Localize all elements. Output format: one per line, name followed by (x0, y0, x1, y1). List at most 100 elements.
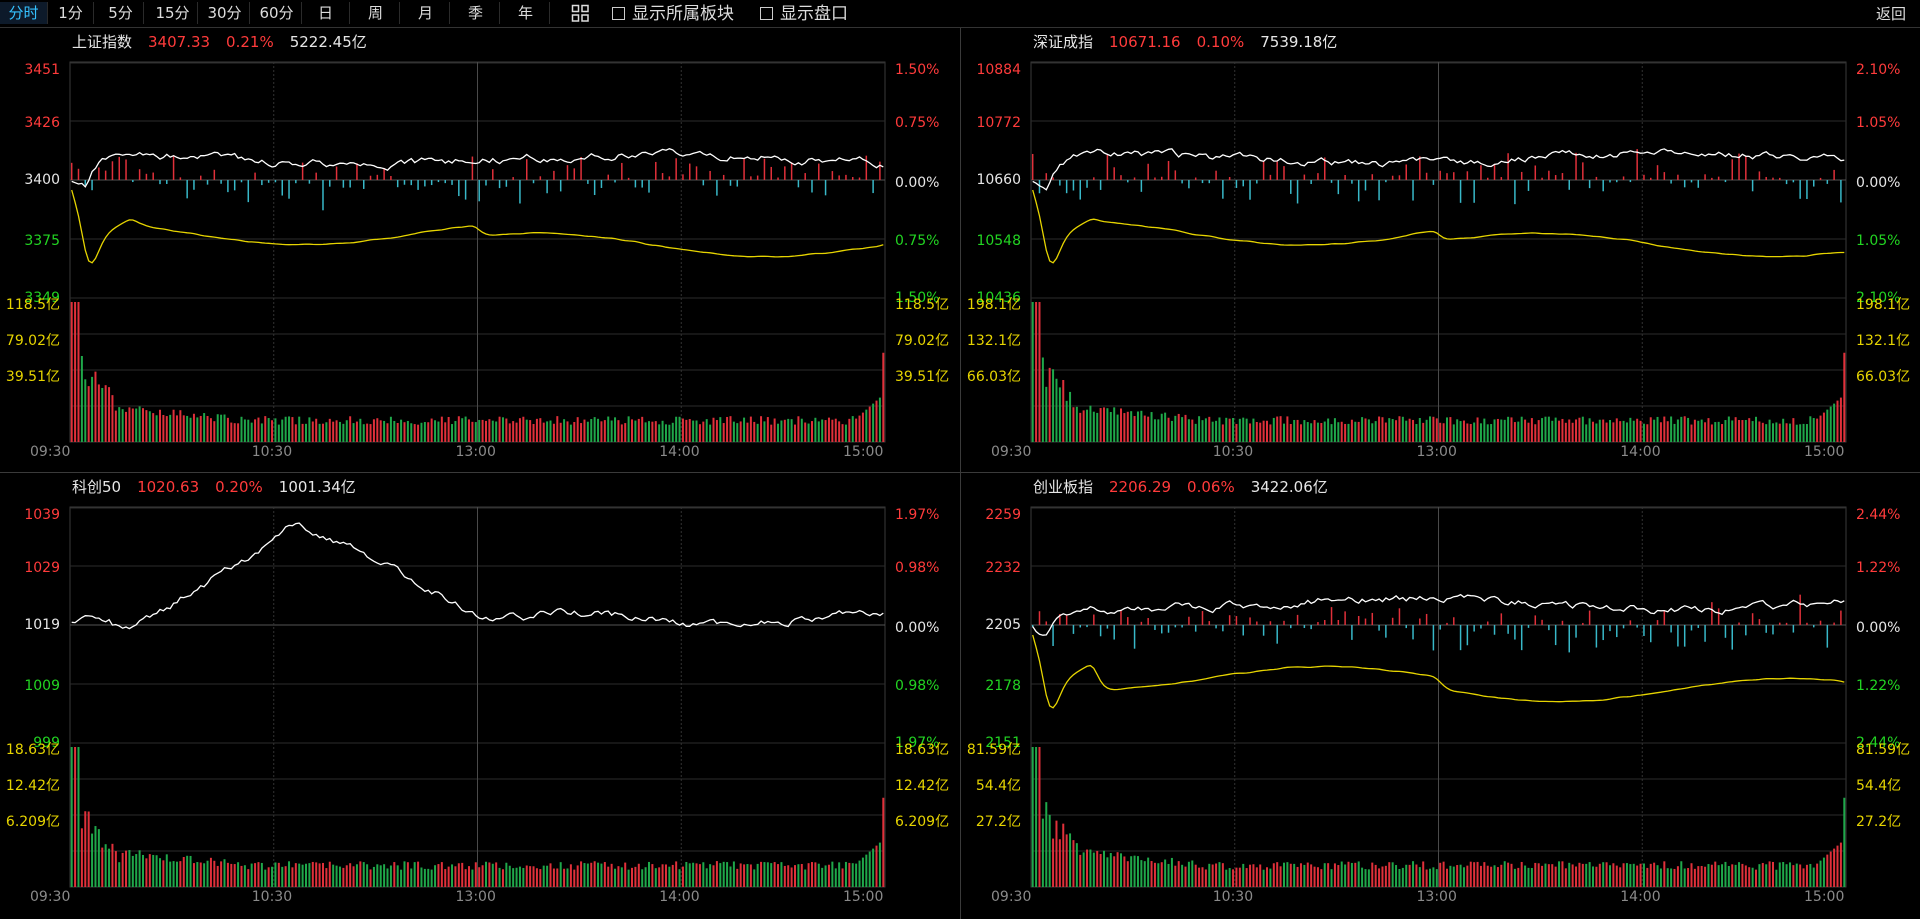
time-tick-label: 09:30 (991, 444, 1032, 460)
volume-tick-label: 118.5亿 (895, 297, 950, 313)
time-tick-label: 13:00 (1416, 889, 1457, 905)
time-tick-label: 10:30 (1212, 889, 1254, 905)
intraday-chart[interactable] (961, 473, 1920, 918)
intraday-chart[interactable] (0, 28, 959, 473)
chart-panel-star50[interactable]: 科创50 1020.63 0.20% 1001.34亿 1039 1029 1019 1009… (0, 473, 959, 918)
volume-tick-label: 81.59亿 (1856, 742, 1911, 758)
volume-tick-label: 198.1亿 (966, 297, 1021, 313)
tab-15min[interactable]: 15分 (148, 2, 198, 24)
tab-year[interactable]: 年 (502, 2, 550, 24)
price-tick-label: 2205 (985, 617, 1021, 633)
show-orderbook-label: 显示盘口 (780, 4, 848, 24)
intraday-chart[interactable] (0, 473, 959, 918)
percent-tick-label: 2.44% (1856, 507, 1901, 523)
volume-tick-label: 12.42亿 (895, 778, 950, 794)
volume-tick-label: 27.2亿 (1856, 814, 1902, 830)
percent-tick-label: 2.10% (1856, 62, 1901, 78)
show-sector-label: 显示所属板块 (632, 4, 734, 24)
tab-60min[interactable]: 60分 (252, 2, 302, 24)
volume-tick-label: 6.209亿 (895, 814, 950, 830)
tab-1min[interactable]: 1分 (48, 2, 94, 24)
volume-tick-label: 79.02亿 (5, 333, 60, 349)
percent-tick-label: 0.00% (895, 175, 940, 191)
price-tick-label: 10548 (976, 233, 1021, 249)
percent-tick-label: 0.75% (895, 115, 940, 131)
price-tick-label: 1009 (24, 678, 60, 694)
time-tick-label: 10:30 (1212, 444, 1254, 460)
time-tick-label: 14:00 (1620, 444, 1661, 460)
price-tick-label: 1019 (24, 617, 60, 633)
percent-tick-label: 0.75% (895, 233, 940, 249)
price-tick-label: 1039 (24, 507, 60, 523)
volume-tick-label: 118.5亿 (5, 297, 60, 313)
volume-tick-label: 18.63亿 (895, 742, 950, 758)
volume-tick-label: 66.03亿 (966, 369, 1021, 385)
chart-panel-shanghai[interactable]: 上证指数 3407.33 0.21% 5222.45亿 3451 3426 3400 3375… (0, 28, 959, 473)
percent-tick-label: 0.00% (895, 620, 940, 636)
tab-week[interactable]: 周 (352, 2, 400, 24)
price-tick-label: 3375 (24, 233, 60, 249)
checkbox-icon (612, 7, 625, 20)
price-tick-label: 10772 (976, 115, 1021, 131)
price-tick-label: 2259 (985, 507, 1021, 523)
volume-tick-label: 18.63亿 (5, 742, 60, 758)
percent-tick-label: 0.98% (895, 560, 940, 576)
percent-tick-label: 0.00% (1856, 175, 1901, 191)
price-tick-label: 2232 (985, 560, 1021, 576)
volume-tick-label: 81.59亿 (966, 742, 1021, 758)
volume-tick-label: 79.02亿 (895, 333, 950, 349)
time-tick-label: 15:00 (1804, 444, 1845, 460)
time-tick-label: 15:00 (1804, 889, 1845, 905)
show-orderbook-checkbox[interactable]: 显示盘口 (760, 3, 848, 25)
time-tick-label: 14:00 (659, 444, 700, 460)
volume-tick-label: 12.42亿 (5, 778, 60, 794)
time-tick-label: 09:30 (30, 889, 71, 905)
layout-grid-icon[interactable] (571, 4, 590, 23)
volume-tick-label: 198.1亿 (1856, 297, 1911, 313)
price-tick-label: 1029 (24, 560, 60, 576)
percent-tick-label: 1.22% (1856, 560, 1901, 576)
percent-tick-label: 1.22% (1856, 678, 1901, 694)
volume-tick-label: 66.03亿 (1856, 369, 1911, 385)
percent-tick-label: 1.50% (895, 62, 940, 78)
period-toolbar: 分时 1分 5分 15分 30分 60分 日 周 月 季 年 显示所属板块 显示… (0, 0, 1920, 28)
checkbox-icon (760, 7, 773, 20)
time-tick-label: 09:30 (991, 889, 1032, 905)
volume-tick-label: 27.2亿 (975, 814, 1021, 830)
intraday-chart[interactable] (961, 28, 1920, 473)
tab-season[interactable]: 季 (452, 2, 500, 24)
time-tick-label: 13:00 (455, 444, 496, 460)
percent-tick-label: 0.00% (1856, 620, 1901, 636)
volume-tick-label: 132.1亿 (1856, 333, 1911, 349)
price-tick-label: 10660 (976, 172, 1021, 188)
time-tick-label: 15:00 (843, 889, 884, 905)
volume-tick-label: 54.4亿 (1856, 778, 1902, 794)
time-tick-label: 09:30 (30, 444, 71, 460)
time-tick-label: 13:00 (455, 889, 496, 905)
show-sector-checkbox[interactable]: 显示所属板块 (612, 3, 734, 25)
time-tick-label: 14:00 (1620, 889, 1661, 905)
tab-intraday[interactable]: 分时 (0, 2, 48, 24)
percent-tick-label: 1.97% (895, 507, 940, 523)
tab-30min[interactable]: 30分 (200, 2, 250, 24)
price-tick-label: 3426 (24, 115, 60, 131)
tab-5min[interactable]: 5分 (98, 2, 144, 24)
time-tick-label: 10:30 (251, 889, 293, 905)
percent-tick-label: 1.05% (1856, 115, 1901, 131)
volume-tick-label: 132.1亿 (966, 333, 1021, 349)
volume-tick-label: 39.51亿 (895, 369, 950, 385)
time-tick-label: 10:30 (251, 444, 293, 460)
price-tick-label: 10884 (976, 62, 1021, 78)
tab-day[interactable]: 日 (302, 2, 350, 24)
price-tick-label: 2178 (985, 678, 1021, 694)
tab-month[interactable]: 月 (402, 2, 450, 24)
percent-tick-label: 0.98% (895, 678, 940, 694)
chart-panel-shenzhen[interactable]: 深证成指 10671.16 0.10% 7539.18亿 10884 10772 10660… (961, 28, 1920, 473)
time-tick-label: 14:00 (659, 889, 700, 905)
percent-tick-label: 1.05% (1856, 233, 1901, 249)
price-tick-label: 3400 (24, 172, 60, 188)
chart-panel-chinext[interactable]: 创业板指 2206.29 0.06% 3422.06亿 2259 2232 2205 2178… (961, 473, 1920, 918)
back-button[interactable]: 返回 (1876, 3, 1906, 24)
price-tick-label: 3451 (24, 62, 60, 78)
volume-tick-label: 6.209亿 (5, 814, 60, 830)
